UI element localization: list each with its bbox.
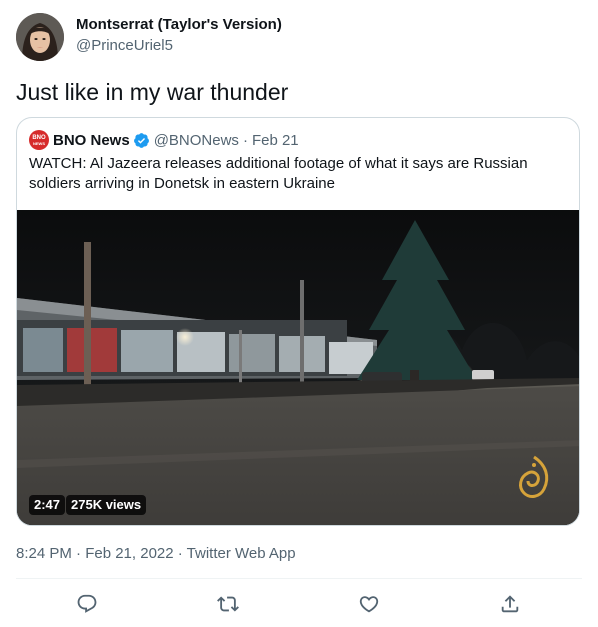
tweet-text: Just like in my war thunder: [16, 79, 289, 105]
reply-icon: [77, 594, 97, 613]
video-views-badge: 275K views: [66, 495, 147, 515]
tweet-timestamp[interactable]: 8:24 PM · Feb 21, 2022 · Twitter Web App: [16, 545, 296, 562]
reply-button[interactable]: [73, 590, 101, 618]
quoted-author-name[interactable]: BNO News: [53, 132, 130, 149]
author-avatar[interactable]: [16, 13, 64, 61]
tweet: Montserrat (Taylor's Version) @PrinceUri…: [0, 0, 598, 627]
meta-separator: ·: [242, 131, 248, 149]
video-duration-badge: 2:47: [29, 495, 66, 515]
quoted-author-handle[interactable]: @BNONews: [154, 132, 239, 149]
tweet-action-bar: [0, 590, 598, 618]
video-player[interactable]: 2:47 275K views: [17, 210, 579, 525]
divider: [16, 578, 582, 579]
video-frame-image: [17, 210, 579, 525]
retweet-button[interactable]: [214, 590, 242, 618]
quoted-tweet-text: WATCH: Al Jazeera releases additional fo…: [29, 155, 528, 192]
bno-logo-avatar[interactable]: BNO NEWS: [29, 130, 49, 150]
author-handle[interactable]: @PrinceUriel5: [76, 37, 173, 54]
bno-logo-subtext: NEWS: [33, 140, 45, 146]
like-button[interactable]: [355, 590, 383, 618]
quoted-tweet-card[interactable]: BNO NEWS BNO News @BNONews · Feb 21 WATC…: [16, 117, 580, 526]
share-icon: [501, 595, 519, 613]
quoted-tweet-header: BNO NEWS BNO News @BNONews · Feb 21: [29, 130, 299, 150]
retweet-icon: [217, 596, 239, 612]
author-name[interactable]: Montserrat (Taylor's Version): [76, 16, 282, 33]
share-button[interactable]: [496, 590, 524, 618]
like-icon: [359, 596, 379, 613]
verified-badge-icon: [133, 132, 150, 149]
quoted-tweet-date[interactable]: Feb 21: [252, 132, 299, 149]
